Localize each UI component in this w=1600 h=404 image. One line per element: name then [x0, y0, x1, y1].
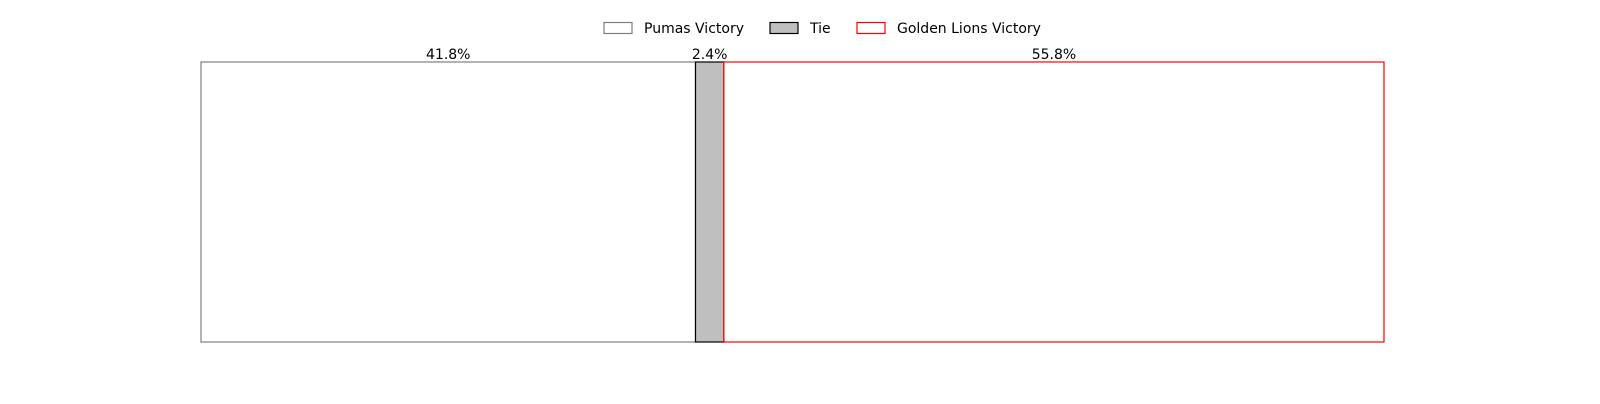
legend-item-tie: Tie	[769, 21, 831, 37]
legend-label-pumas-victory: Pumas Victory	[644, 21, 744, 37]
legend-item-golden-lions-victory: Golden Lions Victory	[856, 21, 1041, 37]
bar-segment-pumas-victory	[200, 61, 697, 343]
bar-value-label-golden-lions-victory: 55.8%	[1032, 47, 1076, 63]
legend-swatch-tie	[769, 21, 799, 35]
bar-value-label-tie: 2.4%	[692, 47, 728, 63]
bar-segment-golden-lions-victory	[723, 61, 1385, 343]
bar-segments	[200, 61, 1385, 343]
bar-value-label-pumas-victory: 41.8%	[426, 47, 470, 63]
bar-value-labels: 41.8% 2.4% 55.8%	[426, 47, 1076, 63]
chart-canvas: Pumas Victory Tie Golden Lions Victory 41.…	[200, 21, 1385, 343]
legend: Pumas Victory Tie Golden Lions Victory	[603, 21, 1041, 37]
legend-label-golden-lions-victory: Golden Lions Victory	[897, 21, 1041, 37]
legend-item-pumas-victory: Pumas Victory	[603, 21, 744, 37]
stacked-bar-chart: Pumas Victory Tie Golden Lions Victory 41.…	[0, 0, 1600, 400]
legend-label-tie: Tie	[809, 21, 831, 37]
bar-segment-tie	[694, 61, 725, 343]
legend-swatch-pumas-victory	[603, 21, 633, 35]
legend-swatch-golden-lions-victory	[856, 21, 886, 35]
